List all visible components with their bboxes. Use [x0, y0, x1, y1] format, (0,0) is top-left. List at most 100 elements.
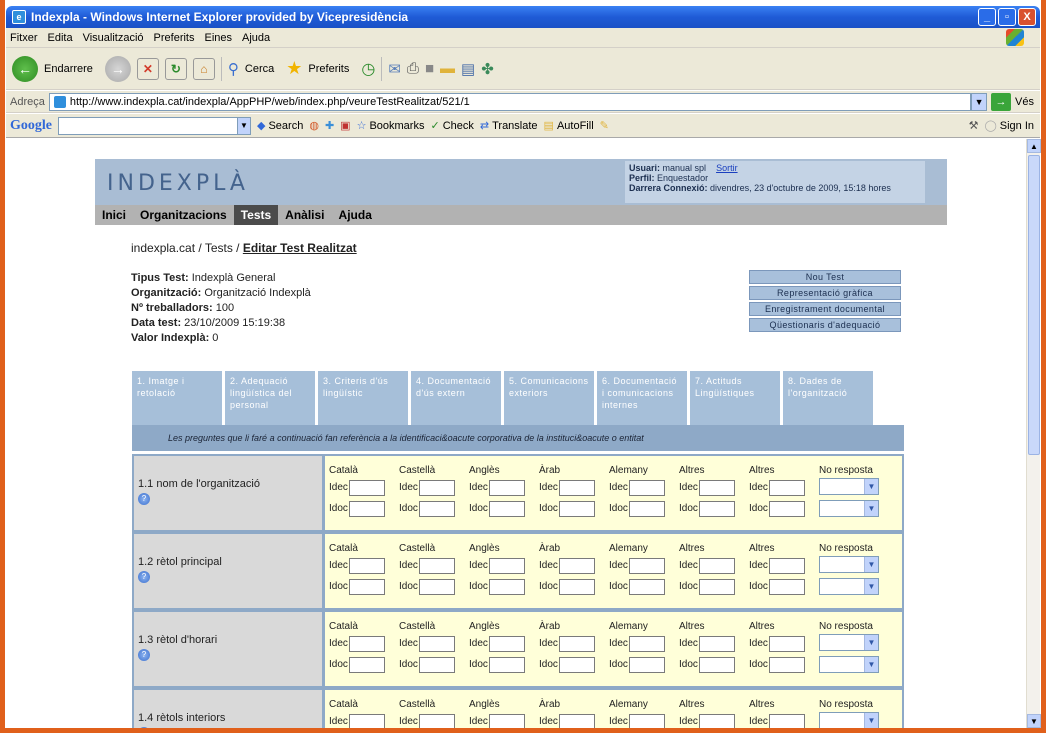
idoc-input[interactable]: [489, 501, 525, 517]
idoc-input[interactable]: [769, 579, 805, 595]
google-plus-icon[interactable]: ✚: [325, 119, 334, 132]
tab-organization-data[interactable]: 8. Dades de l'organització: [783, 371, 873, 427]
idoc-input[interactable]: [699, 501, 735, 517]
nav-help[interactable]: Ajuda: [332, 205, 379, 225]
idoc-input[interactable]: [769, 501, 805, 517]
google-search-dropdown-icon[interactable]: ▼: [237, 116, 251, 135]
no-answer-select[interactable]: ▼: [819, 556, 879, 573]
no-answer-select[interactable]: ▼: [819, 578, 879, 595]
google-search-input[interactable]: [58, 116, 238, 135]
folder-icon[interactable]: ▬: [440, 60, 455, 77]
idec-input[interactable]: [489, 714, 525, 728]
idoc-input[interactable]: [489, 579, 525, 595]
idoc-input[interactable]: [699, 657, 735, 673]
idoc-input[interactable]: [419, 579, 455, 595]
dropdown-arrow-icon[interactable]: ▼: [864, 657, 878, 672]
idoc-input[interactable]: [349, 579, 385, 595]
idec-input[interactable]: [699, 714, 735, 728]
idoc-input[interactable]: [489, 657, 525, 673]
idec-input[interactable]: [629, 636, 665, 652]
adequacy-questionnaires-button[interactable]: Qüestionaris d'adequació: [749, 318, 901, 332]
graphic-representation-button[interactable]: Representació gràfica: [749, 286, 901, 300]
search-icon[interactable]: ⚲: [228, 60, 239, 78]
idec-input[interactable]: [489, 636, 525, 652]
no-answer-select[interactable]: ▼: [819, 656, 879, 673]
idoc-input[interactable]: [559, 579, 595, 595]
research-icon[interactable]: ▤: [461, 60, 475, 78]
nav-analysis[interactable]: Anàlisi: [278, 205, 331, 225]
stop-icon[interactable]: ✕: [136, 57, 159, 80]
forward-arrow-icon[interactable]: →: [104, 55, 131, 82]
idec-input[interactable]: [559, 636, 595, 652]
dropdown-arrow-icon[interactable]: ▼: [864, 501, 878, 516]
mail-icon[interactable]: ✉: [388, 60, 401, 78]
idec-input[interactable]: [349, 558, 385, 574]
google-sign-in-button[interactable]: ◯ Sign In: [984, 119, 1034, 133]
idec-input[interactable]: [489, 480, 525, 496]
idec-input[interactable]: [769, 558, 805, 574]
help-icon[interactable]: ?: [138, 571, 150, 583]
idoc-input[interactable]: [559, 657, 595, 673]
idec-input[interactable]: [419, 714, 455, 728]
tab-staff-adequacy[interactable]: 2. Adequació lingüística del personal: [225, 371, 315, 427]
favorites-button[interactable]: Preferits: [308, 63, 349, 75]
idec-input[interactable]: [699, 636, 735, 652]
idec-input[interactable]: [629, 558, 665, 574]
breadcrumb-current[interactable]: Editar Test Realitzat: [243, 241, 357, 255]
idec-input[interactable]: [349, 480, 385, 496]
address-url[interactable]: http://www.indexpla.cat/indexpla/AppPHP/…: [70, 96, 470, 108]
menu-tools[interactable]: Eines: [205, 32, 233, 44]
edit-icon[interactable]: ■: [425, 60, 434, 77]
nav-tests[interactable]: Tests: [233, 205, 279, 225]
idec-input[interactable]: [769, 480, 805, 496]
help-icon[interactable]: ?: [138, 649, 150, 661]
go-button[interactable]: Vés: [1015, 96, 1034, 108]
idec-input[interactable]: [489, 558, 525, 574]
vertical-scrollbar[interactable]: ▲ ▼: [1026, 139, 1041, 728]
go-arrow-icon[interactable]: →: [991, 92, 1012, 111]
tab-image-signage[interactable]: 1. Imatge i retolació: [132, 371, 222, 427]
idec-input[interactable]: [349, 714, 385, 728]
nav-organizations[interactable]: Organitzacions: [133, 205, 234, 225]
google-translate-button[interactable]: ⇄ Translate: [480, 119, 538, 133]
no-answer-select[interactable]: ▼: [819, 478, 879, 495]
menu-help[interactable]: Ajuda: [242, 32, 270, 44]
idec-input[interactable]: [349, 636, 385, 652]
back-button[interactable]: Endarrere: [44, 63, 93, 75]
scroll-up-icon[interactable]: ▲: [1027, 139, 1041, 153]
idoc-input[interactable]: [349, 501, 385, 517]
address-input[interactable]: http://www.indexpla.cat/indexpla/AppPHP/…: [48, 92, 972, 111]
idoc-input[interactable]: [699, 579, 735, 595]
nav-home[interactable]: Inici: [95, 205, 133, 225]
dropdown-arrow-icon[interactable]: ▼: [864, 635, 878, 650]
print-icon[interactable]: ⎙: [407, 60, 419, 77]
idec-input[interactable]: [629, 480, 665, 496]
no-answer-select[interactable]: ▼: [819, 712, 879, 728]
idoc-input[interactable]: [629, 657, 665, 673]
idec-input[interactable]: [559, 480, 595, 496]
menu-edit[interactable]: Edita: [48, 32, 73, 44]
idec-input[interactable]: [559, 558, 595, 574]
tab-attitudes[interactable]: 7. Actituds Lingüístiques: [690, 371, 780, 427]
idoc-input[interactable]: [349, 657, 385, 673]
help-icon[interactable]: ?: [138, 493, 150, 505]
idec-input[interactable]: [769, 714, 805, 728]
idec-input[interactable]: [699, 558, 735, 574]
google-check-button[interactable]: ✓ Check: [430, 119, 473, 133]
tab-external-docs[interactable]: 4. Documentació d'ús extern: [411, 371, 501, 427]
dropdown-arrow-icon[interactable]: ▼: [864, 579, 878, 594]
google-search-button[interactable]: ◆ Search: [257, 119, 303, 133]
logout-link[interactable]: Sortir: [716, 163, 738, 173]
scroll-thumb[interactable]: [1028, 155, 1040, 455]
tab-internal-docs[interactable]: 6. Documentació i comunicacions internes: [597, 371, 687, 427]
idec-input[interactable]: [769, 636, 805, 652]
no-answer-select[interactable]: ▼: [819, 634, 879, 651]
menu-file[interactable]: Fitxer: [10, 32, 38, 44]
idoc-input[interactable]: [559, 501, 595, 517]
idec-input[interactable]: [699, 480, 735, 496]
refresh-icon[interactable]: ↻: [164, 57, 187, 80]
history-icon[interactable]: ◷: [361, 59, 375, 79]
document-record-button[interactable]: Enregistrament documental: [749, 302, 901, 316]
idec-input[interactable]: [419, 636, 455, 652]
search-button[interactable]: Cerca: [245, 63, 274, 75]
